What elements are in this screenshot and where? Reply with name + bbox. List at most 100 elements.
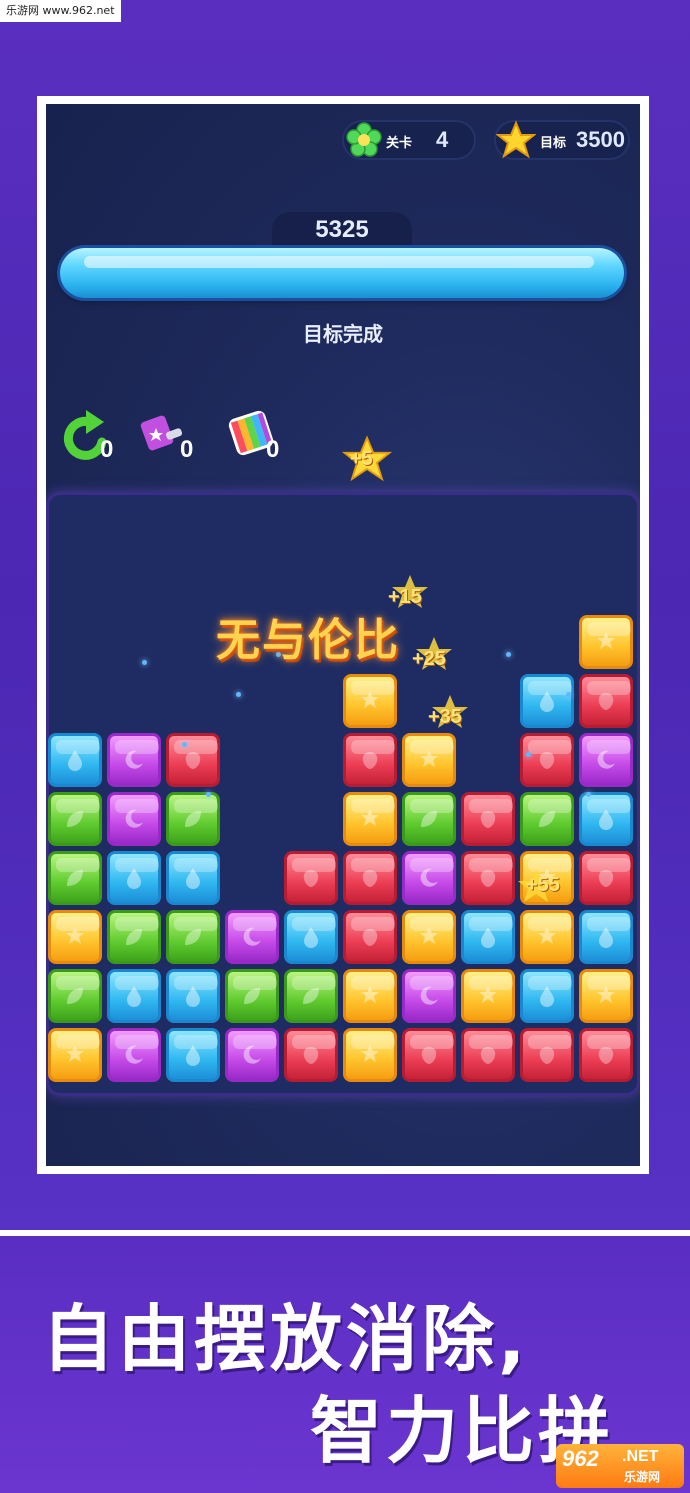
rainbow-tool[interactable]: 0 [226, 404, 316, 474]
moon-tile[interactable] [107, 1028, 161, 1082]
leaf-tile[interactable] [48, 851, 102, 905]
slogan-line-1: 自由摆放消除, [42, 1297, 530, 1381]
sparkle [182, 742, 187, 747]
leaf-tile[interactable] [48, 792, 102, 846]
strawberry-tile[interactable] [461, 792, 515, 846]
strawberry-tile[interactable] [520, 1028, 574, 1082]
leaf-tile[interactable] [520, 792, 574, 846]
water-drop-tile[interactable] [284, 910, 338, 964]
sun-tile[interactable] [579, 969, 633, 1023]
moon-tile[interactable] [225, 910, 279, 964]
tile-symbol-icon [185, 752, 201, 769]
strawberry-tile[interactable] [520, 733, 574, 787]
points-star-25: +25 [412, 634, 454, 674]
moon-tile[interactable] [107, 733, 161, 787]
strawberry-tile[interactable] [579, 1028, 633, 1082]
sparkle [586, 792, 591, 797]
tile-symbol-icon [243, 1045, 261, 1064]
water-drop-tile[interactable] [107, 969, 161, 1023]
sun-tile[interactable] [461, 969, 515, 1023]
tile-symbol-icon [244, 988, 260, 1004]
level-label: 关卡 [386, 135, 413, 150]
tile-symbol-icon [361, 986, 379, 1003]
tile-symbol-icon [539, 811, 555, 827]
sun-tile[interactable] [579, 615, 633, 669]
tile-symbol-icon [598, 693, 614, 710]
leaf-tile[interactable] [402, 792, 456, 846]
game-board [46, 492, 640, 1096]
leaf-tile[interactable] [48, 969, 102, 1023]
rainbow-count: 0 [266, 436, 280, 463]
leaf-tile[interactable] [225, 969, 279, 1023]
strawberry-tile[interactable] [343, 910, 397, 964]
tile-symbol-icon [598, 1047, 614, 1064]
tile-symbol-icon [362, 870, 378, 887]
tile-symbol-icon [66, 927, 84, 944]
tile-symbol-icon [125, 1045, 143, 1064]
points-text: +35 [428, 706, 462, 728]
moon-tile[interactable] [225, 1028, 279, 1082]
flower-icon [346, 122, 382, 157]
tile-symbol-icon [481, 927, 495, 948]
water-drop-tile[interactable] [520, 674, 574, 728]
sun-tile[interactable] [343, 969, 397, 1023]
sun-tile[interactable] [402, 733, 456, 787]
water-drop-tile[interactable] [166, 969, 220, 1023]
points-text: +25 [412, 648, 446, 670]
strawberry-tile[interactable] [166, 733, 220, 787]
water-drop-tile[interactable] [166, 851, 220, 905]
leaf-tile[interactable] [166, 910, 220, 964]
tile-symbol-icon [480, 811, 496, 828]
logo-cn: 乐游网 [624, 1470, 661, 1484]
tile-symbol-icon [362, 752, 378, 769]
tile-symbol-icon [480, 1047, 496, 1064]
tile-symbol-icon [598, 870, 614, 887]
strawberry-tile[interactable] [343, 733, 397, 787]
sun-tile[interactable] [520, 910, 574, 964]
sun-tile[interactable] [48, 910, 102, 964]
undo-tool[interactable]: 0 [60, 404, 150, 474]
strawberry-tile[interactable] [402, 1028, 456, 1082]
sun-tile[interactable] [48, 1028, 102, 1082]
strawberry-tile[interactable] [461, 851, 515, 905]
logo-net: .NET [622, 1448, 659, 1465]
water-drop-tile[interactable] [48, 733, 102, 787]
water-drop-tile[interactable] [107, 851, 161, 905]
sun-tile[interactable] [343, 1028, 397, 1082]
water-drop-tile[interactable] [579, 910, 633, 964]
hammer-tool[interactable]: 0 [140, 404, 230, 474]
water-drop-tile[interactable] [166, 1028, 220, 1082]
moon-tile[interactable] [402, 969, 456, 1023]
sun-tile[interactable] [343, 674, 397, 728]
tile-symbol-icon [421, 1047, 437, 1064]
target-value: 3500 [576, 127, 625, 152]
strawberry-tile[interactable] [461, 1028, 515, 1082]
tile-symbol-icon [420, 986, 438, 1005]
tile-symbol-icon [420, 927, 438, 944]
strawberry-tile[interactable] [579, 851, 633, 905]
strawberry-tile[interactable] [343, 851, 397, 905]
points-star-15: +15 [388, 572, 430, 612]
moon-tile[interactable] [107, 792, 161, 846]
strawberry-tile[interactable] [284, 851, 338, 905]
tile-symbol-icon [599, 809, 613, 830]
tile-symbol-icon [362, 929, 378, 946]
water-drop-tile[interactable] [461, 910, 515, 964]
goal-status: 目标完成 [303, 324, 383, 346]
moon-tile[interactable] [579, 733, 633, 787]
water-drop-tile[interactable] [520, 969, 574, 1023]
sun-tile[interactable] [343, 792, 397, 846]
leaf-tile[interactable] [107, 910, 161, 964]
leaf-tile[interactable] [284, 969, 338, 1023]
tile-symbol-icon [127, 986, 141, 1007]
tile-symbol-icon [538, 927, 556, 944]
level-value: 4 [436, 127, 449, 152]
moon-tile[interactable] [402, 851, 456, 905]
strawberry-tile[interactable] [284, 1028, 338, 1082]
tile-symbol-icon [186, 868, 200, 889]
strawberry-tile[interactable] [579, 674, 633, 728]
leaf-tile[interactable] [166, 792, 220, 846]
points-text: +15 [388, 586, 422, 608]
water-drop-tile[interactable] [579, 792, 633, 846]
sun-tile[interactable] [402, 910, 456, 964]
